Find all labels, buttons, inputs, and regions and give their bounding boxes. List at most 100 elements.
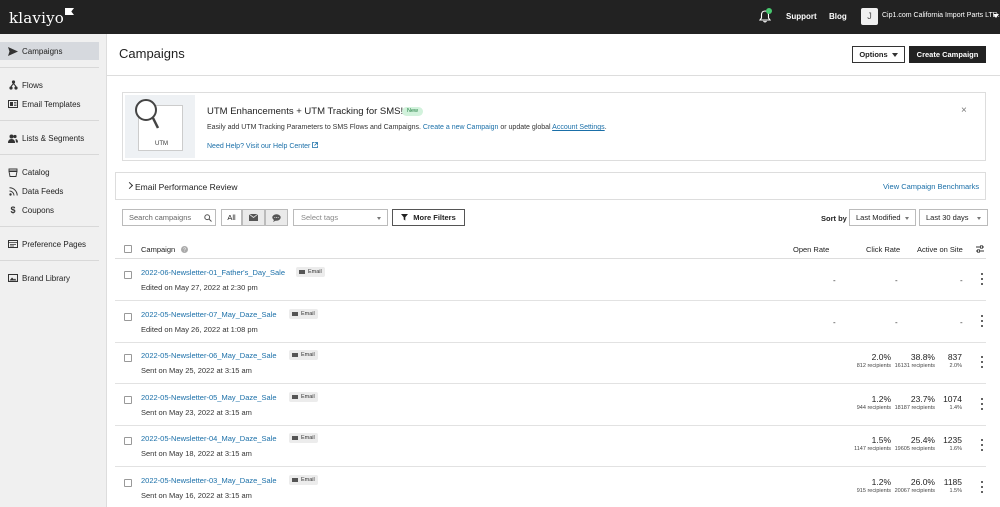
create-new-campaign-link[interactable]: Create a new Campaign — [423, 124, 499, 131]
status-word: Edited — [141, 325, 163, 334]
svg-text:?: ? — [183, 247, 186, 253]
table-row[interactable]: 2022-05-Newsletter-04_May_Daze_Sale Email… — [115, 425, 986, 467]
more-actions-icon[interactable] — [980, 439, 984, 451]
create-campaign-button[interactable]: Create Campaign — [909, 46, 986, 63]
sidebar-item-data-feeds[interactable]: Data Feeds — [0, 182, 99, 200]
sidebar-item-preference-pages[interactable]: Preference Pages — [0, 235, 99, 253]
envelope-icon — [292, 353, 298, 357]
klaviyo-logo[interactable]: klaviyo — [9, 8, 75, 27]
row-checkbox[interactable] — [124, 479, 132, 487]
click-rate-value: 1.2% — [871, 477, 891, 487]
campaign-name-link[interactable]: 2022-06-Newsletter-01_Father's_Day_Sale — [141, 268, 285, 277]
sidebar-item-label: Data Feeds — [22, 186, 64, 196]
column-header-campaign[interactable]: Campaign ? — [141, 245, 189, 254]
sidebar-item-label: Coupons — [22, 205, 55, 215]
sort-by-label: Sort by — [821, 214, 847, 223]
account-name[interactable]: Cip1.com California Import Parts LTD. — [882, 12, 1000, 19]
row-checkbox[interactable] — [124, 313, 132, 321]
date-range-select[interactable]: Last 30 days — [919, 209, 988, 226]
status-date: on May 23, 2022 at 3:15 am — [158, 408, 252, 417]
table-row[interactable]: 2022-05-Newsletter-06_May_Daze_Sale Email… — [115, 342, 986, 384]
type-filter-sms[interactable] — [265, 209, 288, 226]
more-actions-icon[interactable] — [980, 356, 984, 368]
rss-icon — [8, 186, 18, 196]
page-title: Campaigns — [119, 46, 185, 61]
type-filter-all[interactable]: All — [221, 209, 242, 226]
chevron-right-icon[interactable] — [125, 181, 134, 190]
click-rate-value: - — [895, 318, 898, 327]
campaign-status: Sent on May 25, 2022 at 3:15 am — [141, 366, 252, 375]
click-rate-cell: 1.2% 915 recipients — [831, 477, 891, 495]
active-on-site-cell: 1185 1.5% — [912, 477, 962, 495]
table-row[interactable]: 2022-05-Newsletter-05_May_Daze_Sale Email… — [115, 384, 986, 426]
flow-icon — [8, 80, 18, 90]
active-on-site-cell: 1235 1.6% — [912, 435, 962, 453]
sidebar-divider — [0, 120, 99, 121]
status-date: on May 25, 2022 at 3:15 am — [158, 366, 252, 375]
external-link-icon — [312, 142, 319, 148]
channel-label: Email — [301, 352, 315, 358]
campaign-name-link[interactable]: 2022-05-Newsletter-07_May_Daze_Sale — [141, 310, 277, 319]
column-header-active-on-site[interactable]: Active on Site — [917, 245, 963, 254]
table-row[interactable]: 2022-05-Newsletter-07_May_Daze_Sale Email… — [115, 301, 986, 343]
avatar[interactable]: J — [861, 8, 878, 25]
more-actions-icon[interactable] — [980, 481, 984, 493]
sort-value: Last Modified — [856, 213, 901, 222]
click-rate-cell: 1.2% 944 recipients — [831, 394, 891, 412]
select-all-checkbox[interactable] — [124, 245, 132, 253]
channel-badge: Email — [289, 309, 318, 319]
search-input[interactable]: Search campaigns — [122, 209, 216, 226]
sidebar-item-brand-library[interactable]: Brand Library — [0, 269, 99, 287]
chevron-down-icon[interactable] — [993, 14, 999, 18]
image-icon — [8, 273, 18, 283]
column-header-open-rate[interactable]: Open Rate — [793, 245, 829, 254]
options-button[interactable]: Options — [852, 46, 905, 63]
more-filters-button[interactable]: More Filters — [392, 209, 465, 226]
more-actions-icon[interactable] — [980, 398, 984, 410]
blog-link[interactable]: Blog — [829, 12, 847, 21]
main-content: Campaigns Options Create Campaign UTM UT… — [107, 34, 1000, 507]
tags-select[interactable]: Select tags — [293, 209, 388, 226]
type-filter-email[interactable] — [242, 209, 265, 226]
row-checkbox[interactable] — [124, 354, 132, 362]
row-checkbox[interactable] — [124, 437, 132, 445]
search-placeholder: Search campaigns — [129, 213, 192, 222]
sidebar-item-lists-segments[interactable]: Lists & Segments — [0, 129, 99, 147]
column-header-click-rate[interactable]: Click Rate — [866, 245, 900, 254]
click-rate-value: 1.5% — [871, 435, 891, 445]
status-date: on May 27, 2022 at 2:30 pm — [164, 283, 258, 292]
help-center-link[interactable]: Need Help? Visit our Help Center — [207, 142, 319, 150]
status-date: on May 26, 2022 at 1:08 pm — [164, 325, 258, 334]
sidebar-item-label: Flows — [22, 80, 43, 90]
help-icon[interactable]: ? — [181, 246, 189, 253]
email-performance-review[interactable]: Email Performance Review View Campaign B… — [115, 172, 986, 200]
send-icon — [8, 46, 18, 56]
chevron-down-icon — [905, 217, 909, 220]
campaign-name-link[interactable]: 2022-05-Newsletter-06_May_Daze_Sale — [141, 351, 277, 360]
table-row[interactable]: 2022-05-Newsletter-03_May_Daze_Sale Email… — [115, 467, 986, 507]
row-checkbox[interactable] — [124, 271, 132, 279]
envelope-icon — [292, 395, 298, 399]
account-settings-link[interactable]: Account Settings — [552, 124, 605, 131]
column-settings-icon[interactable] — [976, 245, 984, 253]
active-on-site-cell: 837 2.0% — [912, 352, 962, 370]
sidebar-item-catalog[interactable]: Catalog — [0, 163, 99, 181]
sidebar-item-coupons[interactable]: $ Coupons — [0, 201, 99, 219]
table-row[interactable]: 2022-06-Newsletter-01_Father's_Day_Sale E… — [115, 259, 986, 301]
sidebar-item-campaigns[interactable]: Campaigns — [0, 42, 99, 60]
banner-text-part: . — [604, 124, 607, 131]
row-checkbox[interactable] — [124, 396, 132, 404]
close-icon[interactable]: × — [961, 105, 967, 116]
chevron-down-icon — [891, 52, 898, 57]
campaign-name-link[interactable]: 2022-05-Newsletter-05_May_Daze_Sale — [141, 393, 277, 402]
more-actions-icon[interactable] — [980, 315, 984, 327]
support-link[interactable]: Support — [786, 12, 817, 21]
campaign-name-link[interactable]: 2022-05-Newsletter-04_May_Daze_Sale — [141, 434, 277, 443]
sidebar-item-email-templates[interactable]: Email Templates — [0, 95, 99, 113]
top-bar: klaviyo Support Blog J Cip1.com Californ… — [0, 0, 1000, 34]
sort-select[interactable]: Last Modified — [849, 209, 916, 226]
campaign-name-link[interactable]: 2022-05-Newsletter-03_May_Daze_Sale — [141, 476, 277, 485]
sidebar-item-flows[interactable]: Flows — [0, 76, 99, 94]
more-actions-icon[interactable] — [980, 273, 984, 285]
view-campaign-benchmarks-link[interactable]: View Campaign Benchmarks — [883, 182, 979, 191]
